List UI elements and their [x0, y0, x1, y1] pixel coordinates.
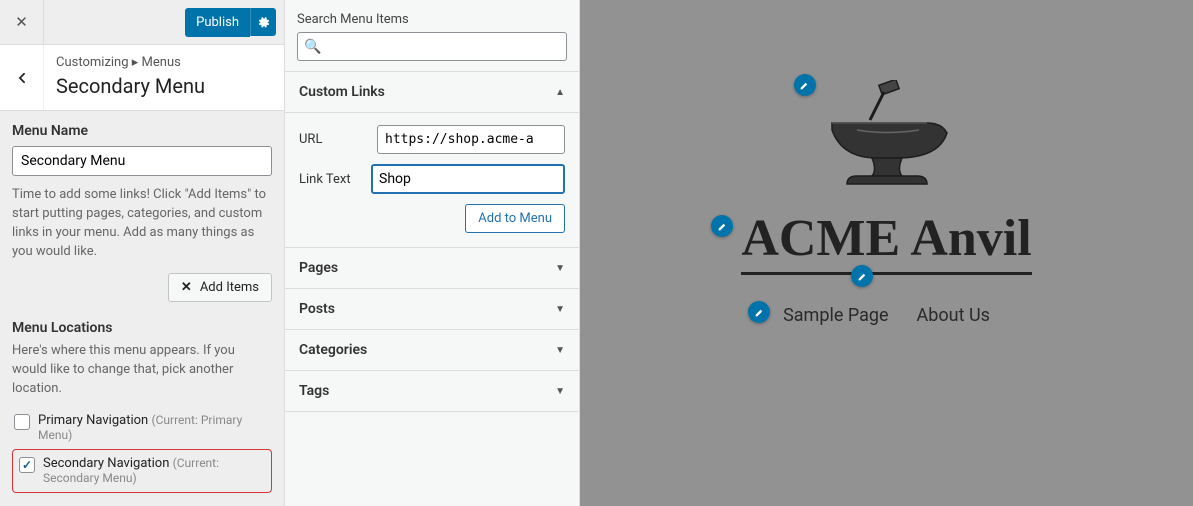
search-wrap: Search Menu Items 🔍 [285, 0, 579, 72]
search-label: Search Menu Items [297, 12, 567, 27]
customizer-panel: ✕ Publish Customizing ▸ Menus Secondary … [0, 0, 285, 506]
accordion-label: Tags [299, 383, 329, 399]
location-secondary-navigation[interactable]: Secondary Navigation (Current: Secondary… [12, 449, 272, 493]
menu-name-label: Menu Name [12, 123, 272, 139]
top-bar: ✕ Publish [0, 0, 284, 45]
location-primary-navigation[interactable]: Primary Navigation (Current: Primary Men… [12, 409, 272, 449]
link-text-input[interactable] [371, 164, 565, 194]
checkbox[interactable] [14, 414, 30, 430]
site-title[interactable]: ACME Anvil [741, 209, 1031, 275]
publish-button[interactable]: Publish [185, 8, 250, 37]
link-text-label: Link Text [299, 172, 363, 187]
site-logo [822, 80, 952, 189]
chevron-down-icon: ▼ [555, 345, 565, 356]
url-label: URL [299, 132, 369, 147]
pencil-icon [754, 307, 765, 318]
pencil-icon [857, 271, 868, 282]
chevron-down-icon: ▼ [555, 263, 565, 274]
chevron-up-icon: ▲ [555, 87, 565, 98]
breadcrumb-section: Menus [142, 55, 181, 70]
search-icon: 🔍 [304, 39, 321, 55]
pencil-icon [717, 221, 728, 232]
pencil-icon [799, 80, 810, 91]
menu-name-input[interactable] [12, 146, 272, 176]
breadcrumb-separator-icon: ▸ [132, 55, 142, 70]
accordion-posts[interactable]: Posts ▼ [285, 289, 579, 330]
add-items-label: Add Items [200, 280, 259, 295]
edit-shortcut-nav-left[interactable] [748, 301, 770, 323]
help-text: Time to add some links! Click "Add Items… [12, 186, 272, 261]
accordion-label: Pages [299, 260, 338, 276]
location-label: Primary Navigation [38, 413, 148, 428]
close-customizer-button[interactable]: ✕ [0, 0, 44, 44]
add-items-row: ✕ Add Items [12, 273, 272, 302]
accordion-label: Categories [299, 342, 367, 358]
add-to-menu-button[interactable]: Add to Menu [465, 204, 565, 233]
breadcrumb-root: Customizing [56, 55, 129, 70]
close-icon: ✕ [15, 13, 28, 31]
anvil-icon [822, 80, 952, 185]
checkbox[interactable] [19, 457, 35, 473]
chevron-down-icon: ▼ [555, 386, 565, 397]
page-title: Secondary Menu [56, 74, 272, 98]
section-header: Customizing ▸ Menus Secondary Menu [0, 45, 284, 111]
items-panel: Search Menu Items 🔍 Custom Links ▲ URL L… [285, 0, 580, 506]
menu-locations-help: Here's where this menu appears. If you w… [12, 342, 272, 399]
url-input[interactable] [377, 125, 565, 154]
custom-links-body: URL Link Text Add to Menu [285, 113, 579, 248]
location-label: Secondary Navigation [43, 456, 169, 471]
edit-shortcut-logo[interactable] [794, 74, 816, 96]
nav-link-sample-page[interactable]: Sample Page [783, 305, 888, 326]
accordion-pages[interactable]: Pages ▼ [285, 248, 579, 289]
edit-shortcut-title[interactable] [711, 215, 733, 237]
preview-nav: Sample Page About Us [783, 305, 990, 326]
accordion-label: Posts [299, 301, 335, 317]
chevron-down-icon: ▼ [555, 304, 565, 315]
gear-icon [257, 16, 270, 29]
breadcrumb: Customizing ▸ Menus Secondary Menu [44, 45, 284, 110]
chevron-left-icon [15, 71, 29, 85]
close-icon: ✕ [181, 280, 192, 295]
publish-settings-button[interactable] [250, 8, 276, 37]
edit-shortcut-nav-top[interactable] [851, 265, 873, 287]
site-preview: ACME Anvil Sample Page About Us [580, 0, 1193, 506]
nav-link-about-us[interactable]: About Us [917, 305, 990, 326]
panel-body: Menu Name Time to add some links! Click … [0, 111, 284, 506]
back-button[interactable] [0, 45, 44, 110]
spacer [44, 0, 185, 44]
accordion-categories[interactable]: Categories ▼ [285, 330, 579, 371]
accordion-label: Custom Links [299, 84, 385, 100]
add-items-button[interactable]: ✕ Add Items [168, 273, 272, 302]
search-input[interactable] [297, 32, 567, 61]
accordion-tags[interactable]: Tags ▼ [285, 371, 579, 412]
menu-locations-label: Menu Locations [12, 320, 272, 336]
accordion-custom-links[interactable]: Custom Links ▲ [285, 72, 579, 113]
publish-group: Publish [185, 0, 284, 44]
